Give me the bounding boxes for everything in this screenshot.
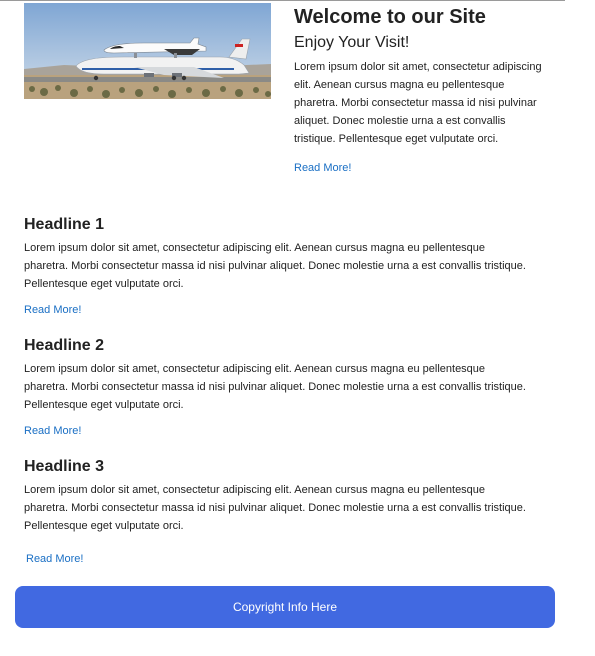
page-title: Welcome to our Site [294,6,486,28]
article-body: Lorem ipsum dolor sit amet, consectetur … [24,484,526,532]
article-1-read-more-link[interactable]: Read More! [24,304,81,316]
top-divider [0,0,565,1]
hero-read-more-link[interactable]: Read More! [294,162,351,174]
hero-text: Welcome to our Site Enjoy Your Visit! Lo… [294,3,549,176]
article-3: Headline 3 Lorem ipsum dolor sit amet, c… [24,457,529,567]
page-subtitle: Enjoy Your Visit! [294,34,410,51]
article-headline: Headline 3 [24,458,105,475]
article-2: Headline 2 Lorem ipsum dolor sit amet, c… [24,336,529,439]
hero-body-text: Lorem ipsum dolor sit amet, consectetur … [294,61,542,145]
article-body: Lorem ipsum dolor sit amet, consectetur … [24,363,526,411]
article-headline: Headline 2 [24,337,105,354]
article-headline: Headline 1 [24,216,105,233]
article-2-read-more-link[interactable]: Read More! [24,425,81,437]
article-1: Headline 1 Lorem ipsum dolor sit amet, c… [24,215,529,318]
article-body: Lorem ipsum dolor sit amet, consectetur … [24,242,526,290]
footer-bar: Copyright Info Here [15,586,555,628]
copyright-text: Copyright Info Here [232,600,338,614]
hero-image [24,3,271,99]
article-3-read-more-link[interactable]: Read More! [26,553,83,565]
hero-section: Welcome to our Site Enjoy Your Visit! Lo… [24,3,554,198]
